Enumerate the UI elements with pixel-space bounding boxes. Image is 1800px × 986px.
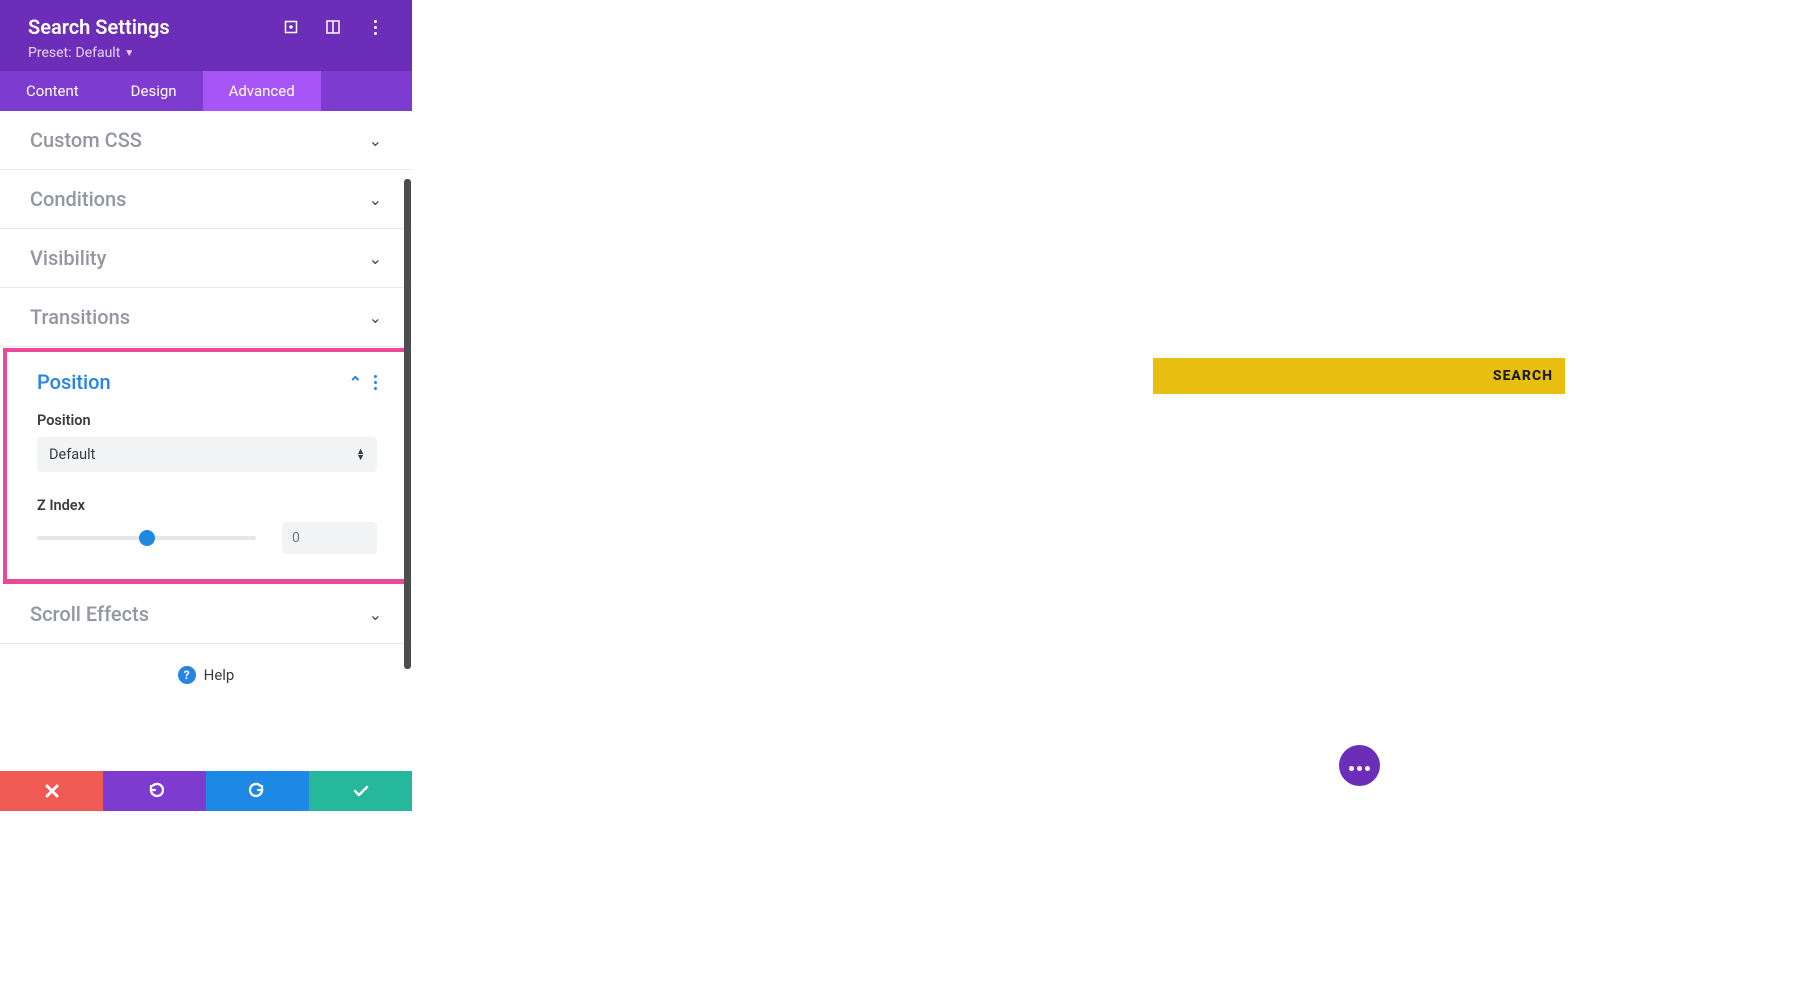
redo-icon — [249, 782, 267, 800]
section-transitions[interactable]: Transitions ⌄ — [0, 288, 412, 347]
help-link[interactable]: ? Help — [0, 644, 412, 706]
chevron-down-icon: ⌄ — [369, 131, 382, 150]
help-label: Help — [204, 666, 235, 684]
settings-scroll-area: Custom CSS ⌄ Conditions ⌄ Visibility ⌄ T… — [0, 111, 412, 771]
help-icon: ? — [178, 666, 196, 684]
chevron-down-icon: ⌄ — [369, 190, 382, 209]
bottom-action-bar — [0, 771, 412, 811]
position-select[interactable]: Default ▲▼ — [37, 437, 377, 472]
caret-down-icon: ▼ — [124, 48, 134, 59]
panel-header-icons — [282, 18, 384, 36]
chevron-up-icon: ⌃ — [349, 373, 362, 392]
section-title-scroll-effects: Scroll Effects — [30, 602, 149, 626]
responsive-icon[interactable] — [324, 18, 342, 36]
check-icon — [352, 782, 370, 800]
section-scroll-effects[interactable]: Scroll Effects ⌄ — [0, 585, 412, 644]
position-select-value: Default — [49, 446, 95, 463]
section-title-position: Position — [37, 370, 111, 394]
select-caret-icon: ▲▼ — [356, 449, 365, 461]
preset-value-text: Default — [76, 45, 121, 61]
close-button[interactable] — [0, 771, 103, 811]
expand-icon[interactable] — [282, 18, 300, 36]
chevron-down-icon: ⌄ — [369, 308, 382, 327]
zindex-field-label: Z Index — [37, 497, 377, 514]
undo-icon — [146, 782, 164, 800]
search-module[interactable]: SEARCH — [1153, 358, 1565, 394]
section-position-header[interactable]: Position ⌃ — [7, 352, 407, 412]
section-custom-css[interactable]: Custom CSS ⌄ — [0, 111, 412, 170]
tab-design[interactable]: Design — [105, 71, 203, 111]
tab-advanced[interactable]: Advanced — [203, 71, 321, 111]
kebab-icon[interactable] — [366, 18, 384, 36]
position-field-label: Position — [37, 412, 377, 429]
zindex-slider[interactable] — [37, 536, 256, 540]
redo-button[interactable] — [206, 771, 309, 811]
preset-label-text: Preset: — [28, 45, 72, 61]
tab-bar: Content Design Advanced — [0, 71, 412, 111]
preview-canvas: SEARCH — [412, 0, 1800, 986]
close-icon — [44, 783, 60, 799]
chevron-down-icon: ⌄ — [369, 605, 382, 624]
section-title-conditions: Conditions — [30, 187, 126, 211]
section-title-transitions: Transitions — [30, 305, 130, 329]
settings-panel: Search Settings Preset: Default ▼ Conten… — [0, 0, 412, 811]
scrollbar-thumb[interactable] — [404, 179, 411, 669]
search-button-label: SEARCH — [1493, 368, 1553, 384]
confirm-button[interactable] — [309, 771, 412, 811]
chevron-down-icon: ⌄ — [369, 249, 382, 268]
section-conditions[interactable]: Conditions ⌄ — [0, 170, 412, 229]
preset-selector[interactable]: Preset: Default ▼ — [28, 45, 134, 61]
panel-header: Search Settings Preset: Default ▼ — [0, 0, 412, 71]
kebab-icon[interactable] — [374, 375, 377, 390]
section-title-visibility: Visibility — [30, 246, 106, 270]
tab-content[interactable]: Content — [0, 71, 105, 111]
undo-button[interactable] — [103, 771, 206, 811]
section-title-custom-css: Custom CSS — [30, 128, 142, 152]
builder-fab[interactable] — [1339, 745, 1380, 786]
panel-header-row: Search Settings — [28, 15, 384, 39]
zindex-input[interactable] — [282, 522, 377, 554]
position-body: Position Default ▲▼ Z Index — [7, 412, 407, 579]
dots-icon — [1348, 756, 1372, 775]
zindex-controls — [37, 522, 377, 554]
highlighted-position-section: Position ⌃ Position Default ▲▼ Z Index — [3, 348, 411, 584]
slider-thumb[interactable] — [139, 530, 155, 546]
section-visibility[interactable]: Visibility ⌄ — [0, 229, 412, 288]
panel-title: Search Settings — [28, 15, 170, 39]
